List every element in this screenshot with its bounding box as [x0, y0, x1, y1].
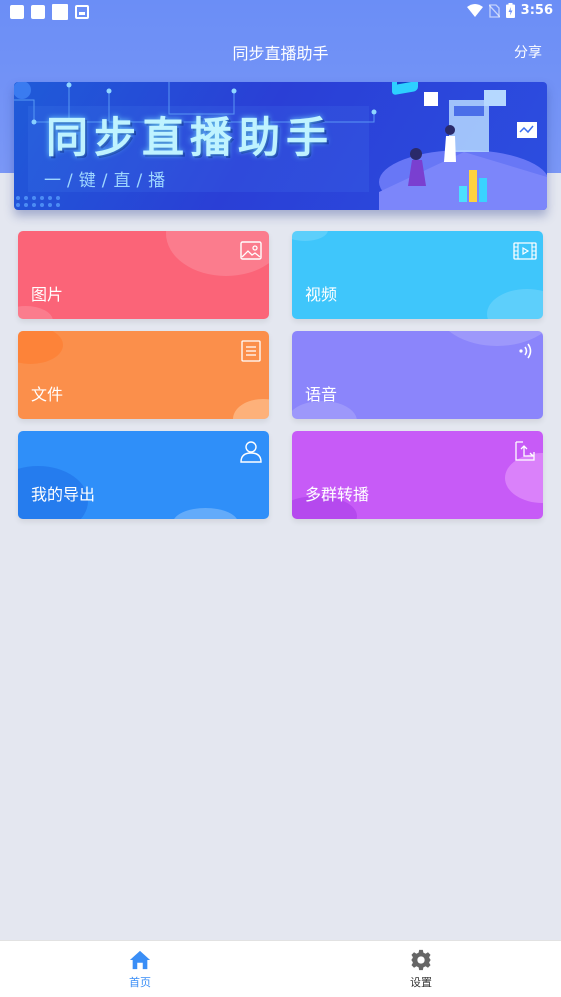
gear-icon [410, 949, 432, 971]
document-icon [241, 340, 261, 362]
card-label: 图片 [31, 285, 64, 304]
card-label: 多群转播 [305, 485, 370, 504]
voice-card[interactable]: 语音 [292, 331, 543, 419]
card-decoration [18, 306, 53, 319]
card-decoration [18, 331, 63, 364]
notification-icons [10, 4, 89, 20]
user-icon [240, 441, 262, 463]
bottom-navigation: 首页 设置 [0, 940, 561, 997]
no-sim-icon [488, 3, 500, 18]
banner[interactable]: 同步直播助手 一/键/直/播 [14, 82, 547, 210]
nav-item-settings[interactable]: 设置 [361, 949, 481, 990]
my-exports-card[interactable]: 我的导出 [18, 431, 269, 519]
card-decoration [173, 508, 238, 519]
share-button[interactable]: 分享 [514, 42, 542, 62]
banner-title: 同步直播助手 [46, 113, 335, 162]
video-icon [513, 242, 537, 260]
status-bar: 3:56 [0, 0, 561, 24]
notification-icon [52, 4, 68, 20]
nav-label: 首页 [129, 976, 151, 989]
images-card[interactable]: 图片 [18, 231, 269, 319]
card-label: 视频 [305, 285, 338, 304]
nav-label: 设置 [410, 976, 432, 989]
clock: 3:56 [520, 3, 553, 18]
card-label: 语音 [305, 385, 338, 404]
voice-icon [519, 343, 532, 359]
multi-group-relay-card[interactable]: 多群转播 [292, 431, 543, 519]
home-icon [129, 950, 151, 970]
banner-subtitle: 一/键/直/播 [44, 171, 172, 191]
card-label: 文件 [31, 385, 64, 404]
files-card[interactable]: 文件 [18, 331, 269, 419]
page-title: 同步直播助手 [232, 44, 329, 63]
screenshot-icon [75, 5, 89, 19]
image-icon [240, 241, 262, 260]
card-decoration [292, 231, 328, 241]
wifi-icon [466, 4, 483, 17]
card-label: 我的导出 [31, 485, 96, 504]
video-card[interactable]: 视频 [292, 231, 543, 319]
nav-item-home[interactable]: 首页 [80, 949, 200, 990]
battery-charging-icon [505, 3, 515, 18]
notification-icon [10, 5, 24, 19]
card-decoration [233, 399, 269, 419]
card-decoration [487, 289, 543, 319]
forward-icon [515, 441, 535, 461]
status-icons: 3:56 [466, 3, 553, 18]
notification-icon [31, 5, 45, 19]
